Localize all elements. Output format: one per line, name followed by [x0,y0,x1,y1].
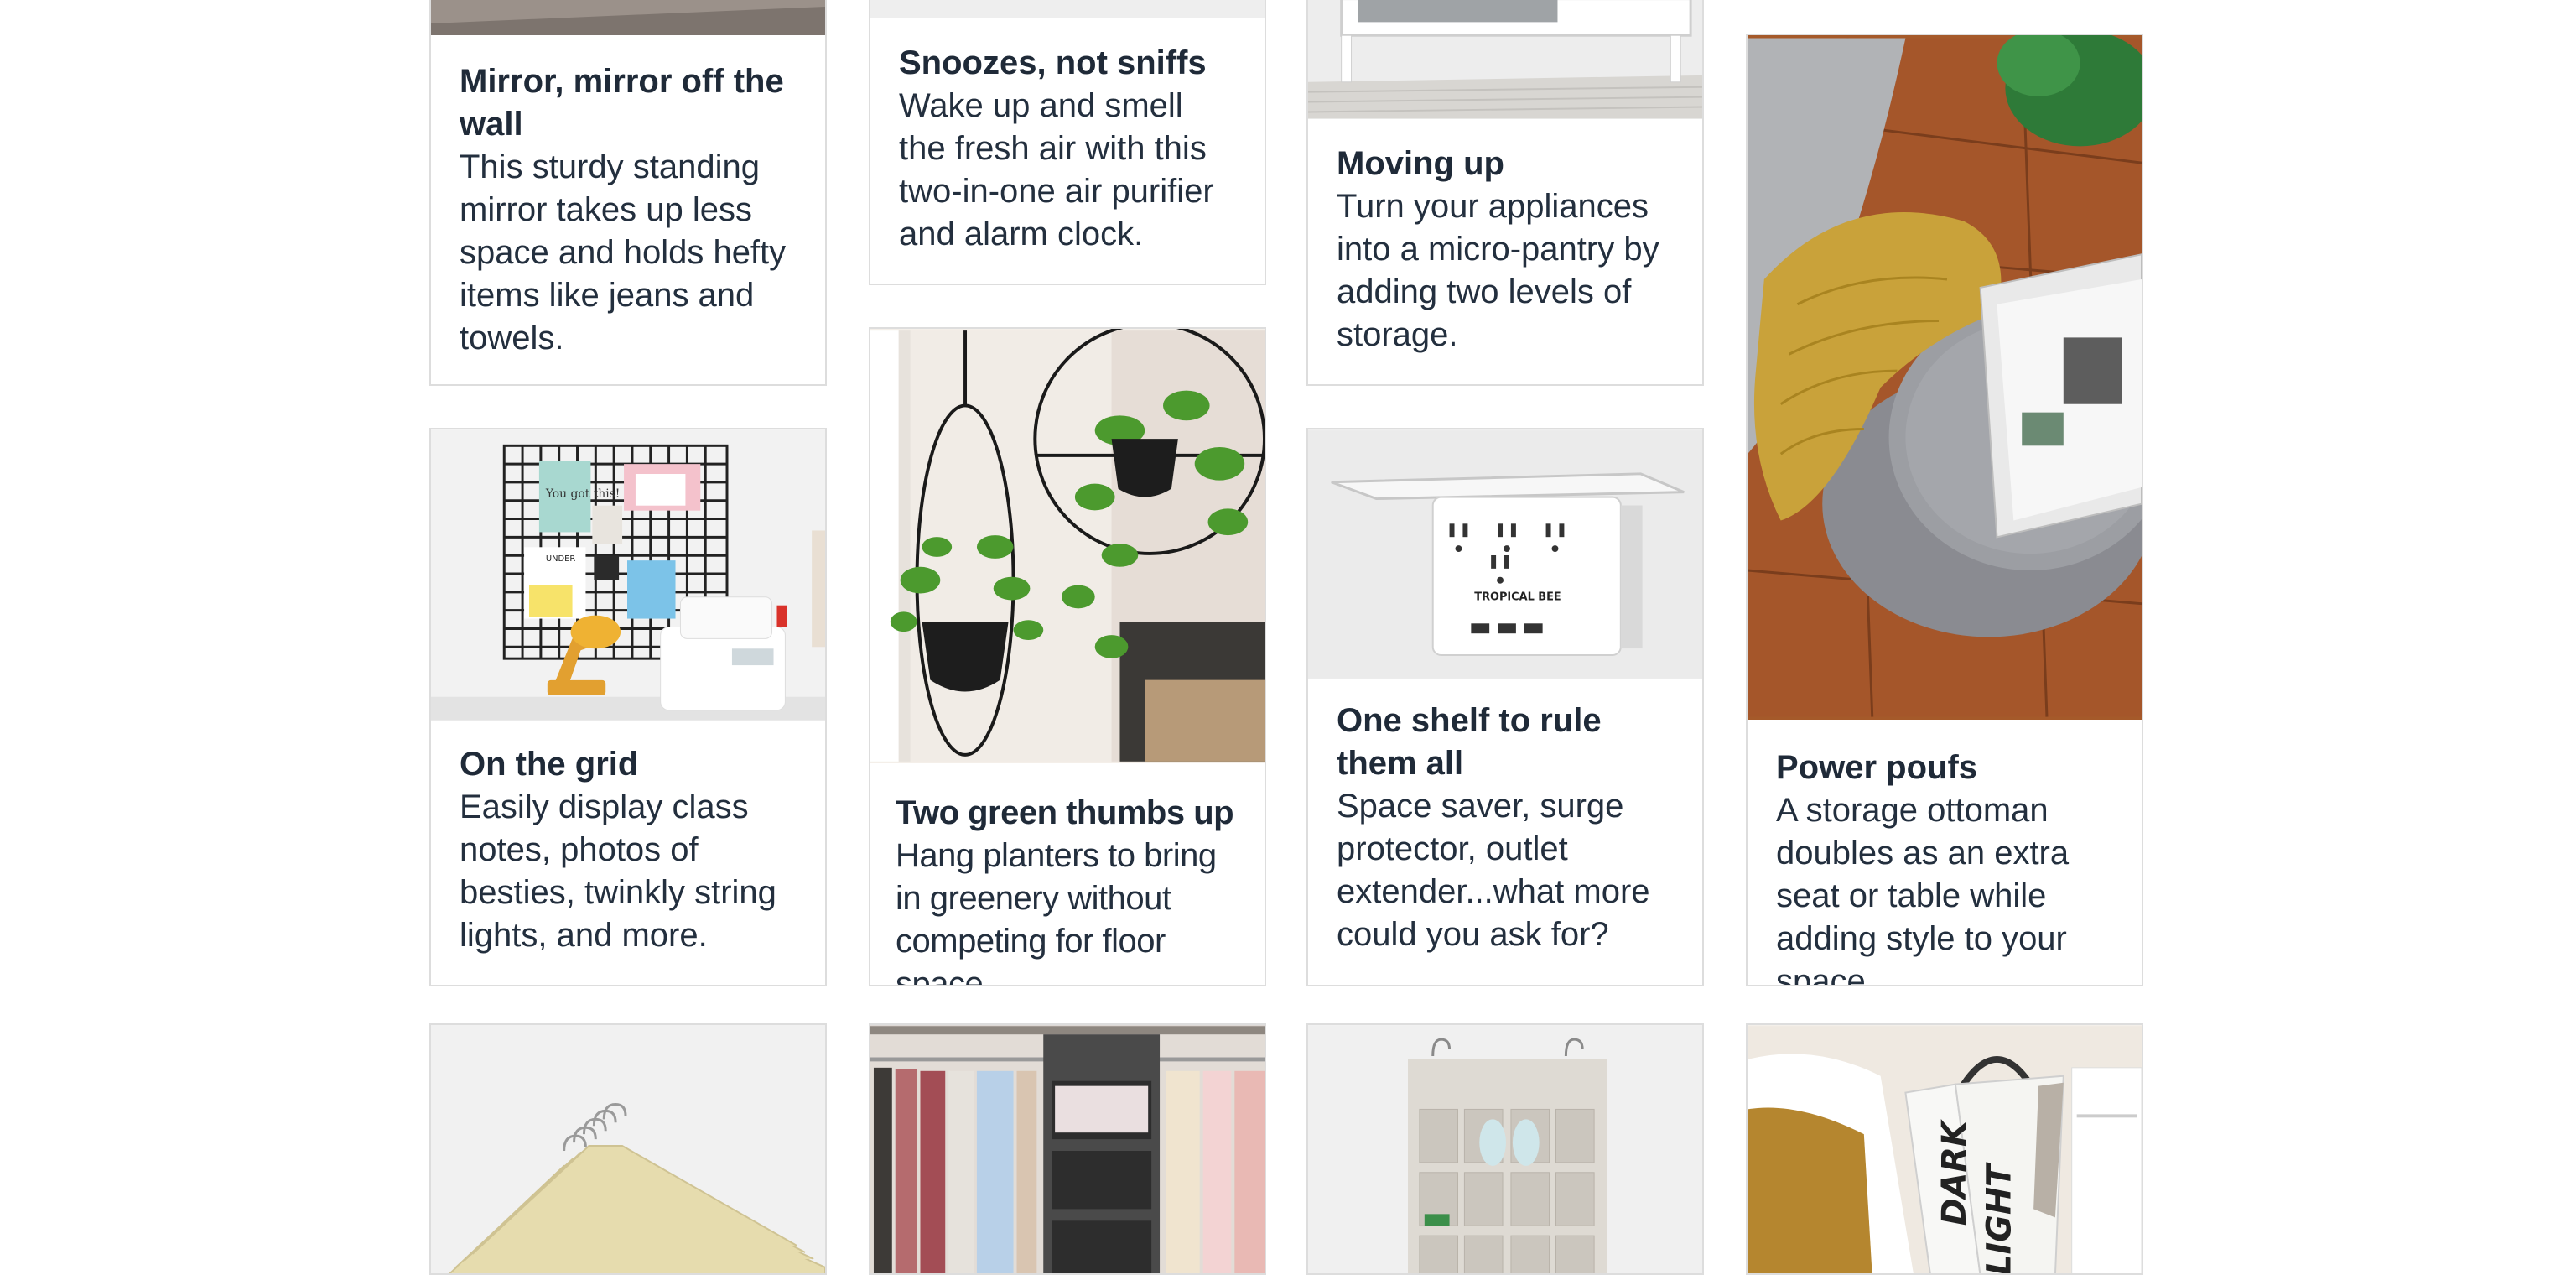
card-description: Wake up and smell the fresh air with thi… [899,87,1214,252]
card-description: Space saver, surge protector, outlet ext… [1337,788,1650,953]
card-outlet-shelf[interactable]: TROPICAL BEE One shelf to rule them all … [1306,428,1704,986]
hamper-label-light: LIGHT [1980,1162,2018,1275]
card-description: A storage ottoman doubles as an extra se… [1776,792,2070,986]
mirror-image [431,0,825,35]
hamper-label-dark: DARK [1935,1118,1974,1226]
card-description: Turn your appliances into a micro-pantry… [1337,188,1659,353]
velvet-hangers-image [431,1025,825,1273]
outlet-shelf-image: TROPICAL BEE [1308,429,1702,679]
card-pouf[interactable]: Power poufs A storage ottoman doubles as… [1746,34,2143,986]
card-description: Easily display class notes, photos of be… [460,788,776,954]
card-air-purifier[interactable]: Snoozes, not sniffs Wake up and smell th… [869,0,1266,285]
card-title: On the grid [460,746,639,783]
card-title: Power poufs [1776,749,1978,786]
card-planters[interactable]: Two green thumbs up Hang planters to bri… [869,327,1266,986]
hanging-planters-image [870,329,1265,763]
card-description: Hang planters to bring in greenery witho… [896,837,1217,986]
closet-organizer-image [870,1025,1265,1273]
card-mirror[interactable]: Mirror, mirror off the wall This sturdy … [429,0,827,386]
card-title: One shelf to rule them all [1337,702,1602,782]
card-title: Two green thumbs up [896,794,1234,831]
over-door-shoe-organizer-image [1308,1025,1702,1273]
card-hangers[interactable] [429,1023,827,1275]
card-title: Moving up [1337,145,1504,182]
card-grid[interactable]: You got this! UNDER On the grid Easily d… [429,428,827,986]
outlet-brand-text: TROPICAL BEE [1474,591,1561,604]
laundry-hamper-image: DARK LIGHT [1748,1025,2142,1275]
air-purifier-image [870,0,1265,18]
card-micro-pantry[interactable]: Moving up Turn your appliances into a mi… [1306,0,1704,386]
card-closet-organizer[interactable] [869,1023,1266,1275]
card-laundry-hamper[interactable]: DARK LIGHT [1746,1023,2143,1275]
card-title: Snoozes, not sniffs [899,44,1207,81]
appliance-shelf-image [1308,0,1702,119]
storage-ottoman-image [1748,35,2142,720]
card-title: Mirror, mirror off the wall [460,63,784,143]
card-description: This sturdy standing mirror takes up les… [460,148,787,356]
note-text: UNDER [546,554,576,564]
card-shoe-organizer[interactable] [1306,1023,1704,1275]
wire-grid-image: You got this! UNDER [431,429,825,721]
note-text: You got this! [545,487,621,501]
